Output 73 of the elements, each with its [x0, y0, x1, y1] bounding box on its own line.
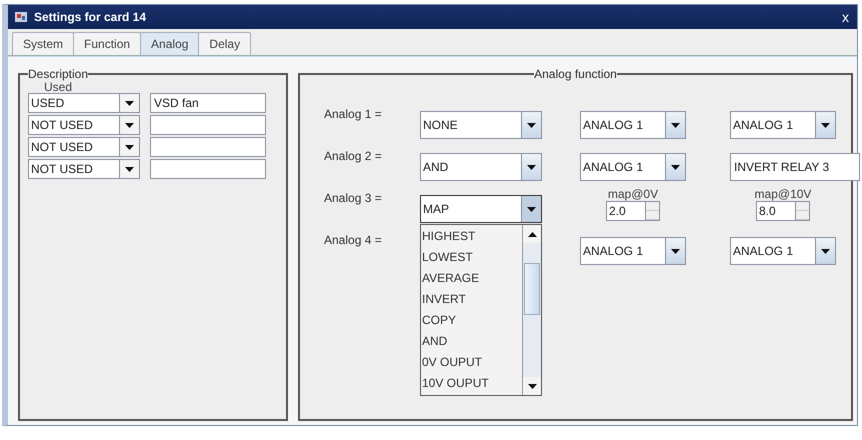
dropdown[interactable]: ANALOG 1 [580, 153, 686, 181]
up-arrow-icon [528, 232, 536, 236]
column-header: Used [44, 81, 72, 93]
dropdown-button[interactable] [815, 238, 835, 264]
list-item[interactable]: AND [421, 331, 522, 352]
dropdown[interactable]: MAP [420, 195, 542, 223]
list-item[interactable]: 10V OUPUT [421, 373, 522, 394]
dropdown[interactable]: AND [420, 153, 542, 181]
down-arrow-icon [527, 122, 536, 128]
text-field[interactable] [150, 159, 266, 179]
dropdown-button[interactable] [521, 112, 541, 138]
dropdown[interactable]: NOT USED [28, 115, 140, 135]
list-item[interactable]: HIGHEST [421, 226, 522, 247]
dropdown-button[interactable] [521, 196, 541, 222]
scroll-down-button[interactable] [523, 377, 541, 395]
dropdown[interactable]: NONE [420, 111, 542, 139]
group-title: Analog function [534, 67, 617, 81]
dropdown[interactable]: NOT USED [28, 159, 140, 179]
text-field[interactable] [150, 115, 266, 135]
tab[interactable]: System [12, 32, 74, 55]
text-field[interactable]: INVERT RELAY 3 [730, 153, 860, 181]
row-label: Analog 2 = [324, 148, 383, 165]
down-arrow-icon [125, 166, 134, 172]
dropdown-button[interactable] [665, 112, 685, 138]
list-item[interactable]: 0V OUPUT [421, 352, 522, 373]
spinner-label: map@0V [608, 187, 658, 201]
tab[interactable]: Function [73, 32, 142, 55]
dropdown[interactable]: USED [28, 93, 140, 113]
dropdown-button[interactable] [815, 112, 835, 138]
group-title: Description [28, 67, 88, 81]
down-arrow-icon [125, 144, 134, 150]
down-arrow-icon [821, 122, 830, 128]
list-item[interactable]: LOWEST [421, 247, 522, 268]
dropdown[interactable]: ANALOG 1 [730, 111, 836, 139]
down-arrow-icon [671, 164, 680, 170]
down-arrow-icon [671, 122, 680, 128]
dropdown-button[interactable] [119, 160, 139, 178]
down-arrow-icon [125, 122, 134, 128]
down-arrow-icon [527, 206, 536, 212]
app-icon [14, 10, 28, 24]
window-title: Settings for card 14 [34, 10, 148, 24]
row-label: Analog 3 = [324, 190, 383, 207]
down-arrow-icon [671, 248, 680, 254]
scroll-up-button[interactable] [523, 225, 541, 243]
tab[interactable]: Analog [140, 32, 200, 55]
dropdown[interactable]: ANALOG 1 [580, 111, 686, 139]
text-field[interactable] [150, 137, 266, 157]
dropdown-button[interactable] [119, 116, 139, 134]
scroll-thumb[interactable] [524, 263, 540, 315]
tab[interactable]: Delay [198, 32, 252, 55]
list-item[interactable]: COPY [421, 310, 522, 331]
list-item[interactable]: INVERT [421, 289, 522, 310]
number-field[interactable]: 8.0 [756, 201, 796, 221]
down-arrow-icon [527, 164, 536, 170]
row-label: Analog 4 = [324, 232, 383, 249]
dropdown-button[interactable] [665, 238, 685, 264]
dropdown[interactable]: NOT USED [28, 137, 140, 157]
down-arrow-icon [125, 100, 134, 106]
down-arrow-icon [821, 248, 830, 254]
dropdown[interactable]: ANALOG 1 [580, 237, 686, 265]
dropdown[interactable]: ANALOG 1 [730, 237, 836, 265]
text-field[interactable]: VSD fan [150, 93, 266, 113]
list-item[interactable]: AVERAGE [421, 268, 522, 289]
close-button[interactable]: x [840, 9, 851, 25]
number-field[interactable]: 2.0 [606, 201, 646, 221]
dropdown-button[interactable] [521, 154, 541, 180]
down-arrow-icon [528, 384, 536, 388]
spinner-label: map@10V [754, 187, 812, 201]
dropdown-button[interactable] [119, 138, 139, 156]
row-label: Analog 1 = [324, 106, 383, 123]
dropdown-button[interactable] [665, 154, 685, 180]
scrollbar[interactable] [522, 225, 541, 395]
dropdown-button[interactable] [119, 94, 139, 112]
